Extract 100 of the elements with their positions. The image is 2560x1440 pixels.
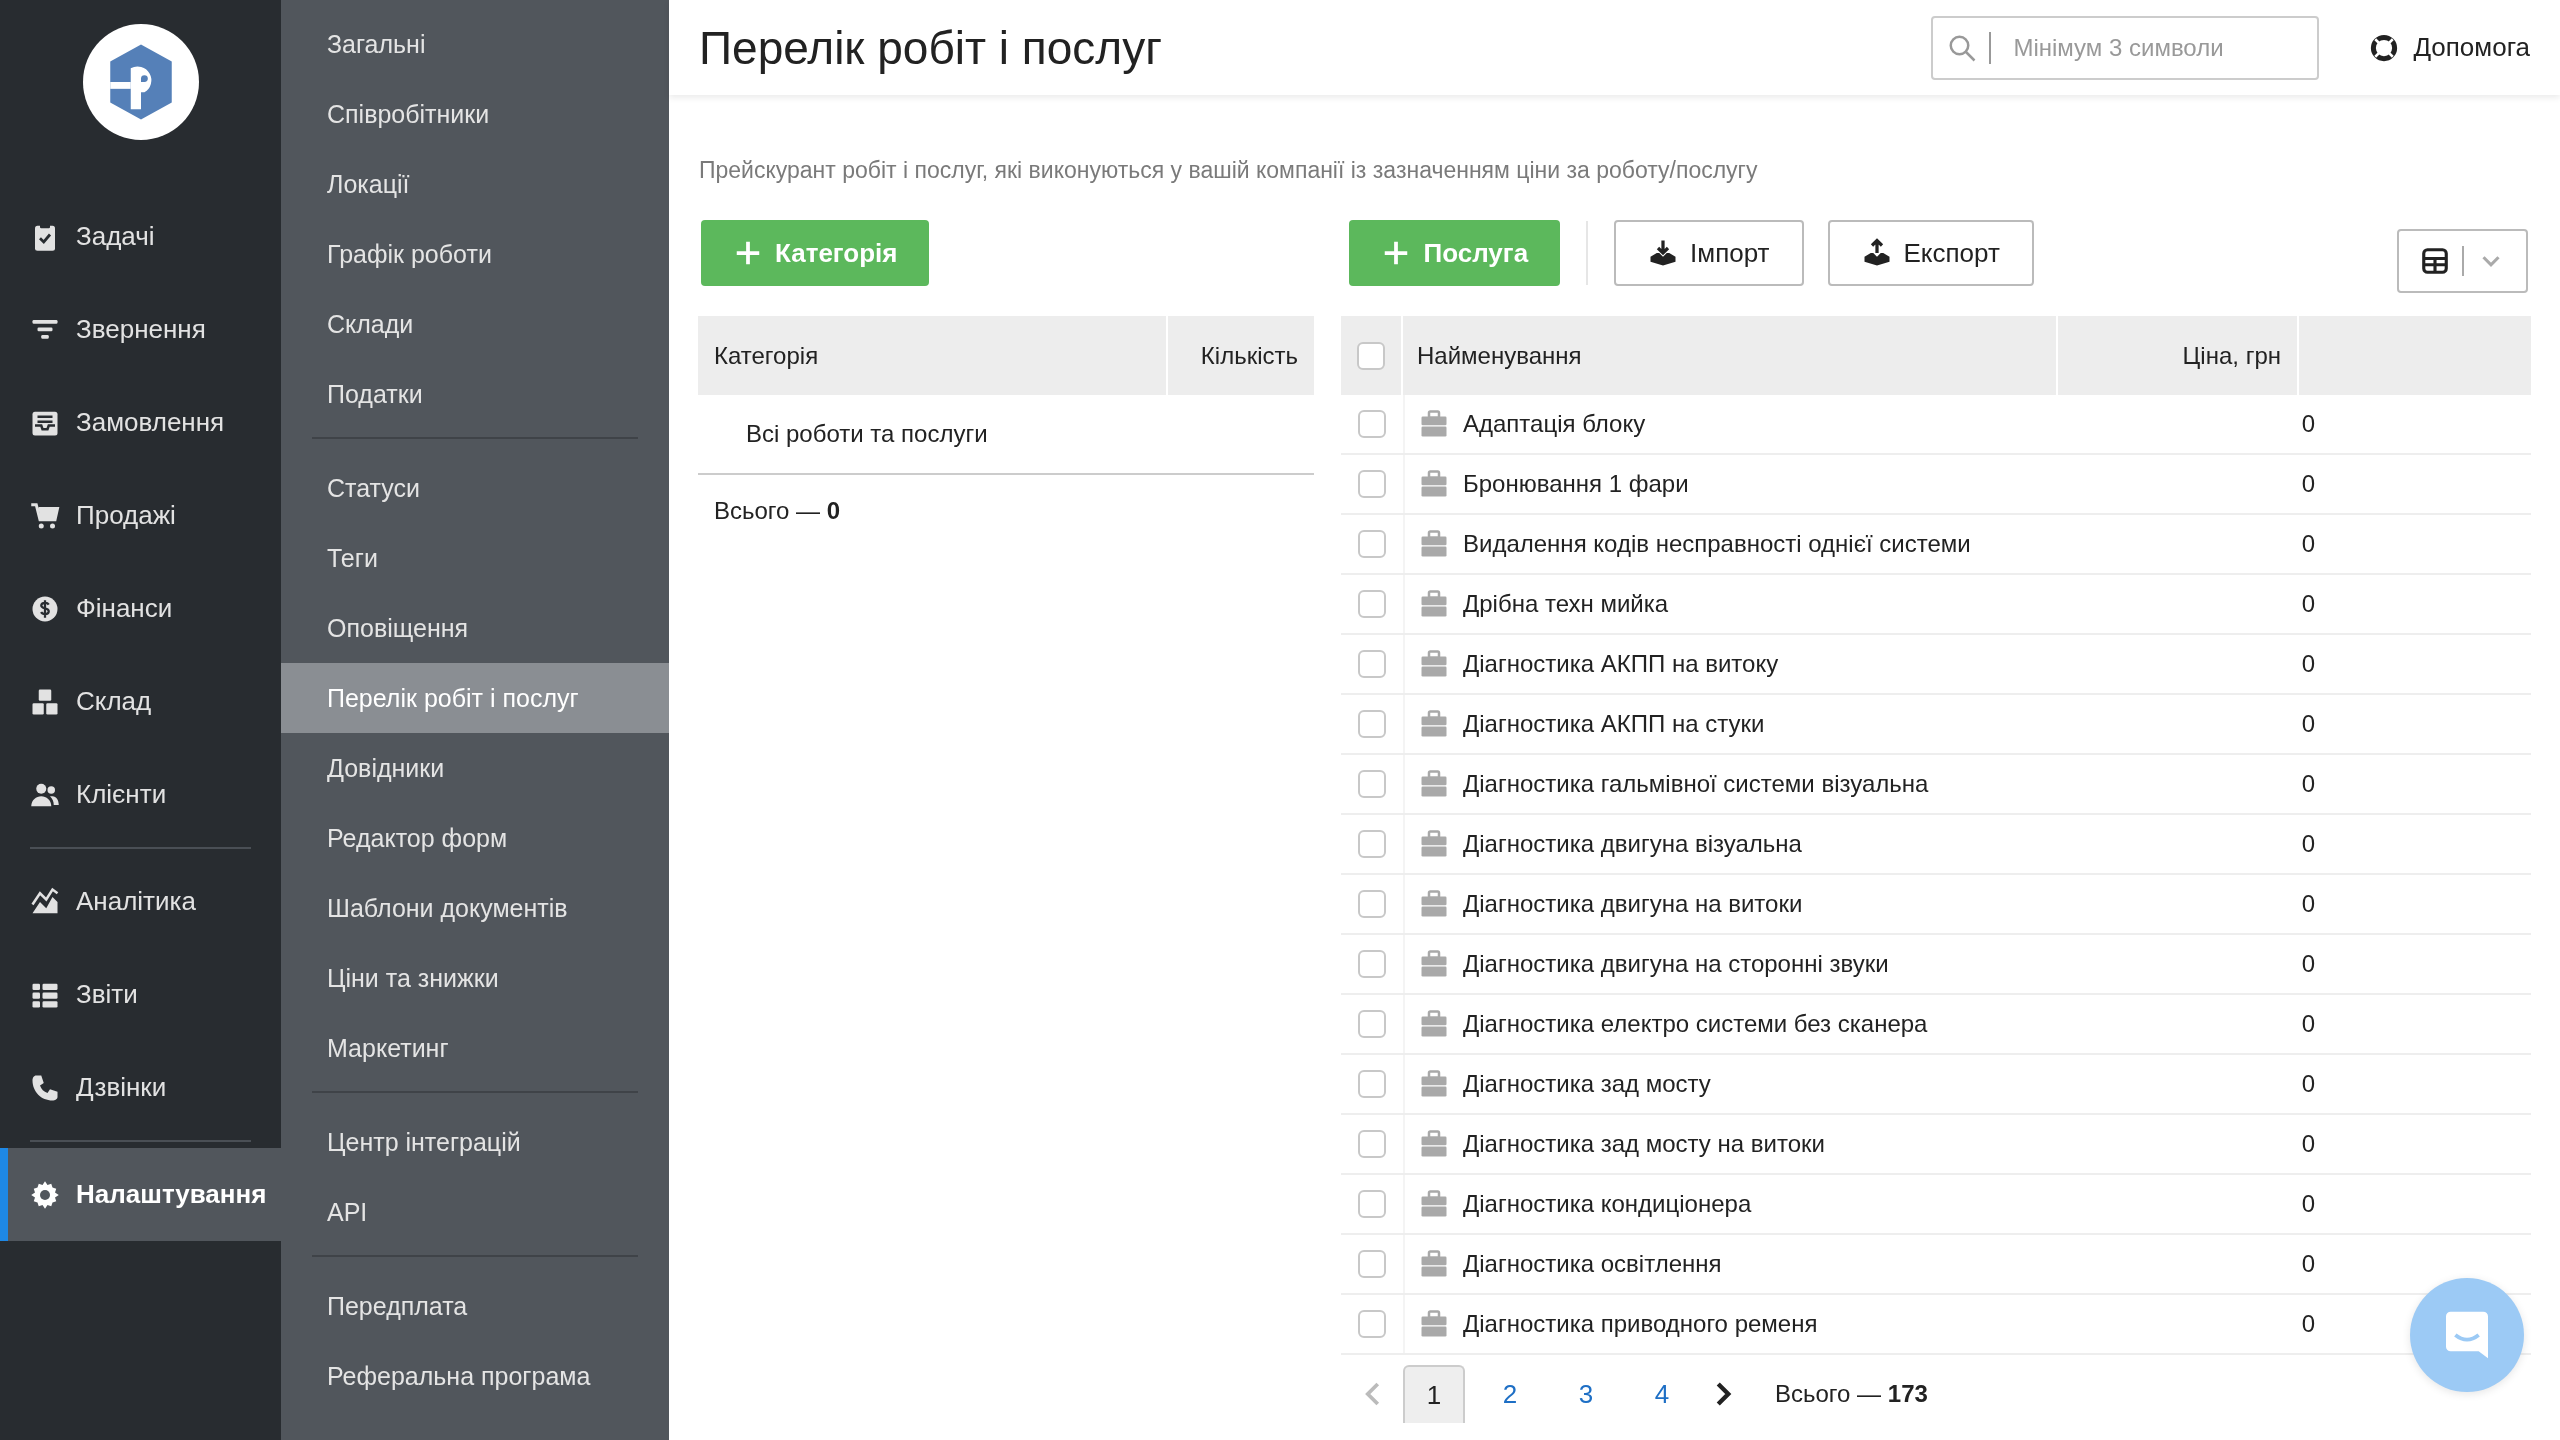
settings-menu-item[interactable]: Маркетинг [281,1013,669,1083]
category-total: Всього — 0 [714,497,842,525]
settings-menu-item[interactable]: Оповіщення [281,593,669,663]
nav-item[interactable]: Замовлення [0,376,281,469]
row-checkbox[interactable] [1358,830,1386,858]
settings-menu-item[interactable]: Редактор форм [281,803,669,873]
download-tray-icon [1648,238,1679,268]
page-link[interactable]: 2 [1479,1365,1541,1423]
settings-menu-item[interactable]: Перелік робіт і послуг [281,663,669,733]
view-toggle-button[interactable] [2397,229,2528,293]
row-checkbox[interactable] [1358,1130,1386,1158]
briefcase-icon [1419,769,1449,799]
briefcase-icon [1419,469,1449,499]
briefcase-icon [1419,889,1449,919]
settings-menu-item[interactable]: Графік роботи [281,219,669,289]
service-name: Діагностика двигуна на сторонні звуки [1463,950,1889,978]
settings-menu-item[interactable]: Склади [281,289,669,359]
settings-menu-item[interactable]: Шаблони документів [281,873,669,943]
price-cell-text: 0 [2300,890,2316,918]
settings-menu-item[interactable]: Статуси [281,453,669,523]
select-all-checkbox[interactable] [1357,341,1385,370]
service-name: Дрібна техн мийка [1463,590,1669,618]
service-name: Діагностика кондиціонера [1463,1190,1752,1218]
service-name: Діагностика двигуна на витоки [1463,890,1803,918]
nav-item[interactable]: Задачі [0,190,281,283]
price-cell-text: 0 [2300,410,2316,438]
price-cell-text: 0 [2300,950,2316,978]
row-checkbox[interactable] [1358,470,1386,498]
nav-item[interactable]: Звіти [0,948,281,1041]
row-checkbox[interactable] [1358,650,1386,678]
price-cell-text: 0 [2300,1130,2316,1158]
service-name: Діагностика зад мосту на витоки [1463,1130,1825,1158]
column-header: Ціна, грн [2058,316,2299,395]
row-checkbox[interactable] [1358,890,1386,918]
row-checkbox[interactable] [1358,530,1386,558]
row-checkbox[interactable] [1358,710,1386,738]
row-checkbox[interactable] [1358,1010,1386,1038]
row-checkbox[interactable] [1358,410,1386,438]
nav-item[interactable]: Фінанси [0,562,281,655]
row-checkbox[interactable] [1358,1070,1386,1098]
nav-item[interactable]: Аналітика [0,855,281,948]
settings-menu-item[interactable]: Ціни та знижки [281,943,669,1013]
service-name: Бронювання 1 фари [1463,470,1689,498]
service-name: Діагностика освітлення [1463,1250,1722,1278]
help-link[interactable]: Допомога [2369,32,2530,63]
row-checkbox[interactable] [1358,770,1386,798]
page-link[interactable]: 3 [1555,1365,1617,1423]
total-count: Всього — 173 [1775,1380,1928,1408]
lifebuoy-icon [2369,32,2400,63]
column-header: Кількість [1199,340,1299,371]
row-checkbox[interactable] [1358,590,1386,618]
page-link[interactable]: 4 [1631,1365,1693,1423]
service-name: Діагностика АКПП на стуки [1463,710,1765,738]
search-box[interactable]: Мінімум 3 символи [1931,15,2320,80]
import-button[interactable]: Імпорт [1614,220,1804,286]
service-name: Адаптація блоку [1463,410,1646,438]
price-cell-text: 0 [2300,1010,2316,1038]
price-cell-text: 0 [2300,1310,2316,1338]
briefcase-icon [1419,409,1449,439]
settings-menu-item[interactable]: Передплата [281,1271,669,1341]
nav-item[interactable]: Продажі [0,469,281,562]
page-link[interactable]: 1 [1403,1365,1465,1423]
nav-item[interactable]: Склад [0,655,281,748]
row-checkbox[interactable] [1358,1310,1386,1338]
briefcase-icon [1419,1189,1449,1219]
settings-menu-item[interactable]: Реферальна програма [281,1341,669,1411]
briefcase-icon [1419,649,1449,679]
page-title: Перелік робіт і послуг [699,20,1163,75]
export-button[interactable]: Експорт [1827,220,2034,286]
briefcase-icon [1419,1009,1449,1039]
briefcase-icon [1419,529,1449,559]
service-name: Діагностика приводного ременя [1463,1310,1818,1338]
settings-menu-item[interactable]: Центр інтеграцій [281,1107,669,1177]
settings-menu-item[interactable]: Співробітники [281,79,669,149]
settings-menu-item[interactable]: Податки [281,359,669,429]
row-checkbox[interactable] [1358,1190,1386,1218]
service-name: Діагностика АКПП на витоку [1463,650,1779,678]
settings-menu-item[interactable]: API [281,1177,669,1247]
row-checkbox[interactable] [1358,950,1386,978]
gear-icon [30,1179,60,1210]
page-description: Прейскурант робіт і послуг, які виконуються у вашій компанії із зазначенням ціни за роботу/послугу [699,157,1759,184]
nav-item[interactable]: Дзвінки [0,1041,281,1134]
price-cell-text: 0 [2300,590,2316,618]
search-field[interactable]: Мінімум 3 символи [2011,18,2304,77]
settings-menu-item[interactable]: Локації [281,149,669,219]
service-name: Діагностика зад мосту [1463,1070,1711,1098]
column-header: Категорія [698,316,1168,395]
category-row[interactable]: Всі роботи та послуги [698,395,1314,475]
settings-menu-item[interactable]: Теги [281,523,669,593]
settings-menu-item[interactable]: Загальні [281,9,669,79]
row-checkbox[interactable] [1358,1250,1386,1278]
nav-item[interactable]: Клієнти [0,748,281,841]
price-cell-text: 0 [2300,470,2316,498]
nav-item[interactable]: Налаштування [0,1148,281,1241]
settings-menu-item[interactable]: Довідники [281,733,669,803]
nav-item[interactable]: Звернення [0,283,281,376]
service-name: Діагностика електро системи без сканера [1463,1010,1928,1038]
briefcase-icon [1419,829,1449,859]
service-name: Діагностика двигуна візуальна [1463,830,1802,858]
price-cell-text: 0 [2300,770,2316,798]
